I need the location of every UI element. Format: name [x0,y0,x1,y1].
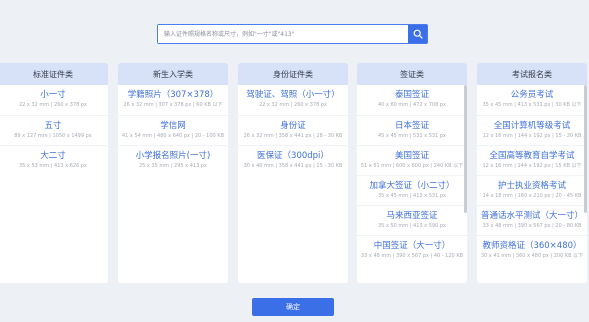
spec-name: 学信网 [160,121,186,131]
search-bar [157,24,428,44]
category-title: 考试报名类 [477,63,587,85]
spec-item[interactable]: 学籍照片（307×378） 26 x 32 mm | 307 x 378 px |… [118,85,228,115]
spec-name: 五寸 [44,121,62,131]
spec-name: 中国签证（大一寸） [373,241,451,251]
category-column: 考试报名类公务员考试 35 x 45 mm | 413 x 531 px | 30… [477,63,587,283]
category-column: 签证类泰国签证 40 x 60 mm | 472 x 708 px 日本签证 45 x… [357,63,467,283]
spec-size: 41 x 54 mm | 480 x 640 px | 20 - 100 KB [121,133,225,139]
spec-size: 12 x 16 mm | 144 x 192 px | 15 KB 以下 [482,163,582,169]
spec-item[interactable]: 普通话水平测试（大一寸） 33 x 48 mm | 390 x 567 px | … [477,205,587,235]
spec-size: 22 x 32 mm | 260 x 378 px [18,102,87,108]
spec-name: 驾驶证、驾照（小一寸） [246,90,340,100]
search-button[interactable] [408,25,427,43]
spec-name: 全国计算机等级考试 [493,121,571,131]
spec-name: 教师资格证（360×480） [482,241,582,251]
spec-size: 45 x 45 mm | 531 x 531 px [377,133,446,139]
spec-name: 护士执业资格考试 [497,181,566,191]
spec-item[interactable]: 全国高等教育自学考试 12 x 16 mm | 144 x 192 px | 15… [477,145,587,175]
spec-name: 普通话水平测试（大一寸） [480,211,583,221]
column-scrollbar[interactable] [464,85,467,213]
spec-name: 全国高等教育自学考试 [489,151,575,161]
spec-size: 14 x 18 mm | 160 x 210 px | 20 - 45 KB [482,193,582,199]
spec-size: 30 x 41 mm | 360 x 480 px | 200 KB 以下 [480,253,584,259]
spec-name: 大二寸 [40,151,66,161]
spec-size: 35 x 50 mm | 413 x 590 px [377,223,446,229]
category-column: 身份证件类驾驶证、驾照（小一寸） 22 x 32 mm | 260 x 378 p… [238,63,348,283]
spec-item[interactable]: 护士执业资格考试 14 x 18 mm | 160 x 210 px | 20 -… [477,175,587,205]
column-scrollbar[interactable] [584,85,587,213]
spec-item[interactable]: 全国计算机等级考试 12 x 16 mm | 144 x 192 px | 15 … [477,115,587,145]
spec-item[interactable]: 公务员考试 35 x 45 mm | 413 x 531 px | 30 KB 以… [477,85,587,115]
spec-name: 泰国签证 [394,90,429,100]
search-input[interactable] [158,25,408,43]
spec-item[interactable]: 教师资格证（360×480） 30 x 41 mm | 360 x 480 px … [477,235,587,265]
spec-item[interactable]: 五寸 89 x 127 mm | 1050 x 1499 px [0,115,108,145]
category-column: 新生入学类学籍照片（307×378） 26 x 32 mm | 307 x 378… [118,63,228,283]
spec-item[interactable]: 小学报名照片(一寸) 25 x 35 mm | 295 x 413 px [118,145,228,175]
spec-item[interactable]: 学信网 41 x 54 mm | 480 x 640 px | 20 - 100 … [118,115,228,145]
spec-item[interactable]: 身份证 26 x 32 mm | 358 x 441 px | 28 - 30 K… [238,115,348,145]
spec-size: 33 x 48 mm | 390 x 567 px | 20 - 80 KB [482,223,582,229]
spec-name: 医保证（300dpi） [257,151,329,161]
spec-item[interactable]: 小一寸 22 x 32 mm | 260 x 378 px [0,85,108,115]
category-column: 标准证件类小一寸 22 x 32 mm | 260 x 378 px 五寸 89 x … [0,63,108,283]
spec-name: 学籍照片（307×378） [127,90,219,100]
spec-name: 小一寸 [40,90,66,100]
spec-item[interactable]: 马来西亚签证 35 x 50 mm | 413 x 590 px [357,205,467,235]
spec-item[interactable]: 中国签证（大一寸） 33 x 48 mm | 390 x 567 px | 40 … [357,235,467,265]
category-title: 身份证件类 [238,63,348,85]
spec-size: 25 x 35 mm | 295 x 413 px [138,163,207,169]
category-title: 标准证件类 [0,63,108,85]
spec-name: 小学报名照片(一寸) [135,151,211,161]
spec-item[interactable]: 驾驶证、驾照（小一寸） 22 x 32 mm | 260 x 378 px [238,85,348,115]
spec-size: 89 x 127 mm | 1050 x 1499 px [14,133,92,139]
spec-size: 12 x 16 mm | 144 x 192 px | 15 - 20 KB [482,133,582,139]
category-title: 签证类 [357,63,467,85]
spec-size: 26 x 32 mm | 307 x 378 px | 60 KB 以下 [123,102,223,108]
spec-item[interactable]: 医保证（300dpi） 30 x 40 mm | 358 x 441 px | 1… [238,145,348,175]
spec-name: 加拿大签证（小二寸） [369,181,455,191]
spec-name: 马来西亚签证 [386,211,438,221]
spec-name: 美国签证 [394,151,429,161]
category-title: 新生入学类 [118,63,228,85]
spec-name: 身份证 [280,121,306,131]
spec-size: 35 x 53 mm | 413 x 626 px [18,163,87,169]
spec-size: 51 x 51 mm | 600 x 600 px | 240 KB 以下 [360,163,464,169]
spec-item[interactable]: 加拿大签证（小二寸） 35 x 45 mm | 413 x 531 px [357,175,467,205]
spec-size: 30 x 40 mm | 358 x 441 px | 15 - 30 KB [243,163,343,169]
confirm-button[interactable]: 确定 [252,298,334,316]
spec-size: 22 x 32 mm | 260 x 378 px [258,102,327,108]
spec-size: 35 x 45 mm | 413 x 531 px [377,193,446,199]
spec-item[interactable]: 日本签证 45 x 45 mm | 531 x 531 px [357,115,467,145]
spec-name: 公务员考试 [510,90,554,100]
spec-size: 33 x 48 mm | 390 x 567 px | 40 - 120 KB [360,253,464,259]
spec-size: 26 x 32 mm | 358 x 441 px | 28 - 30 KB [243,133,343,139]
spec-name: 日本签证 [394,121,429,131]
spec-size: 40 x 60 mm | 472 x 708 px [377,102,446,108]
spec-size: 35 x 45 mm | 413 x 531 px | 30 KB 以下 [482,102,582,108]
spec-item[interactable]: 大二寸 35 x 53 mm | 413 x 626 px [0,145,108,175]
search-icon [413,29,423,39]
spec-item[interactable]: 美国签证 51 x 51 mm | 600 x 600 px | 240 KB 以… [357,145,467,175]
spec-item[interactable]: 泰国签证 40 x 60 mm | 472 x 708 px [357,85,467,115]
